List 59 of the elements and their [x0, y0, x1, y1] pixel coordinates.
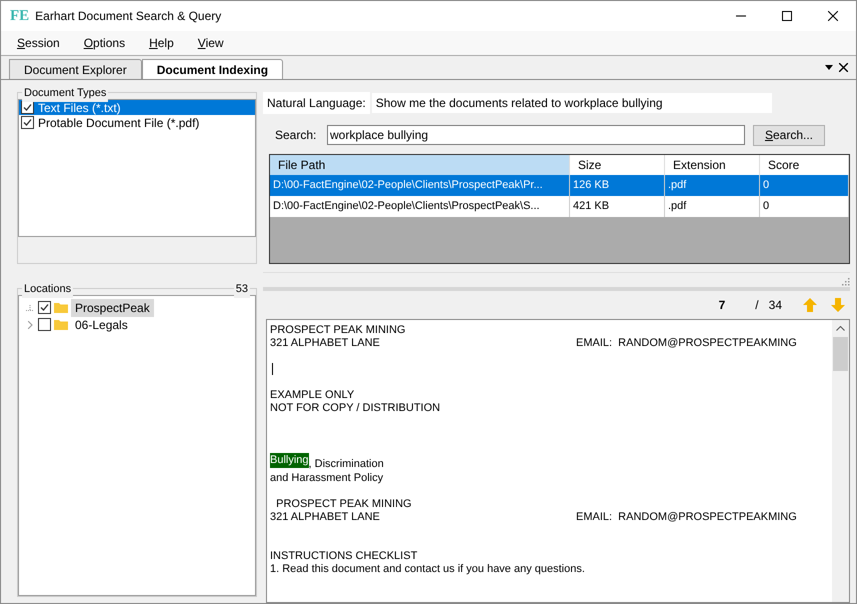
document-line: 321 ALPHABET LANE [270, 336, 381, 350]
match-separator: / [755, 297, 759, 314]
group-title: Locations [22, 281, 74, 298]
table-row[interactable]: D:\00-FactEngine\02-People\Clients\ProspectPeak\Pr... 126 KB .pdf 0 [270, 175, 849, 196]
vertical-scrollbar[interactable] [832, 320, 849, 602]
checkbox[interactable] [38, 318, 51, 331]
document-line: 321 ALPHABET LANE [270, 510, 381, 524]
table-cell: 421 KB [570, 196, 665, 217]
close-icon [828, 11, 838, 21]
maximize-icon [782, 11, 792, 21]
dropdown-icon[interactable] [825, 65, 833, 70]
list-item[interactable]: Protable Document File (*.pdf) [38, 114, 200, 132]
match-current: 7 [718, 297, 726, 314]
app-logo: FE [10, 6, 30, 26]
checkbox[interactable] [38, 301, 51, 314]
search-button[interactable]: Search... [753, 124, 825, 146]
tree-line-icon [26, 304, 34, 310]
document-line: 1. Read this document and contact us if you have any questions. [270, 562, 585, 576]
scrollbar-thumb[interactable] [833, 337, 848, 371]
match-total: 34 [768, 297, 782, 314]
document-line: , Discrimination [308, 457, 384, 471]
location-count: 53 [234, 281, 250, 298]
document-line: PROSPECT PEAK MINING [275, 497, 413, 511]
menu-item[interactable]: Session [7, 34, 70, 52]
folder-icon [54, 319, 68, 330]
natural-language-label: Natural Language: [263, 92, 370, 114]
tab[interactable]: Document Indexing [142, 59, 284, 79]
document-line: INSTRUCTIONS CHECKLIST [270, 549, 418, 563]
folder-icon [54, 302, 68, 313]
window-title: Earhart Document Search & Query [35, 8, 222, 25]
search-highlight: Bullying [270, 453, 309, 468]
search-field[interactable]: workplace bullying [327, 125, 745, 145]
tree-item[interactable]: 06-Legals [71, 316, 132, 334]
table-cell: D:\00-FactEngine\02-People\Clients\ProspectPeak\S... [270, 196, 570, 217]
group-title: Document Types [22, 85, 108, 102]
table-row[interactable]: D:\00-FactEngine\02-People\Clients\ProspectPeak\S... 421 KB .pdf 0 [270, 196, 849, 217]
menu-item[interactable]: Options [74, 34, 136, 52]
scroll-up-icon[interactable] [836, 326, 845, 331]
text-caret [272, 362, 273, 374]
table-cell: .pdf [665, 196, 760, 217]
search-label: Search: [275, 127, 318, 144]
checkbox[interactable] [21, 101, 34, 114]
table-cell: 0 [760, 196, 849, 217]
document-line: PROSPECT PEAK MINING [270, 323, 406, 337]
menu-item[interactable]: Help [139, 34, 184, 52]
document-line: and Harassment Policy [270, 471, 384, 485]
tree-item[interactable]: ProspectPeak [71, 298, 154, 316]
document-line: EXAMPLE ONLY [270, 388, 356, 402]
natural-language-field[interactable]: Show me the documents related to workplace bullying [372, 93, 772, 113]
document-line: EMAIL: RANDOM@PROSPECTPEAKMING [576, 336, 797, 350]
close-icon[interactable] [839, 63, 848, 72]
checkbox[interactable] [21, 116, 34, 129]
document-line: EMAIL: RANDOM@PROSPECTPEAKMING [576, 510, 797, 524]
grip-icon[interactable] [842, 278, 850, 286]
expand-icon[interactable] [28, 320, 32, 328]
document-line: NOT FOR COPY / DISTRIBUTION [270, 401, 442, 415]
tab[interactable]: Document Explorer [9, 59, 142, 79]
column-header[interactable]: File Path [270, 155, 570, 175]
menu-item[interactable]: View [188, 34, 234, 52]
